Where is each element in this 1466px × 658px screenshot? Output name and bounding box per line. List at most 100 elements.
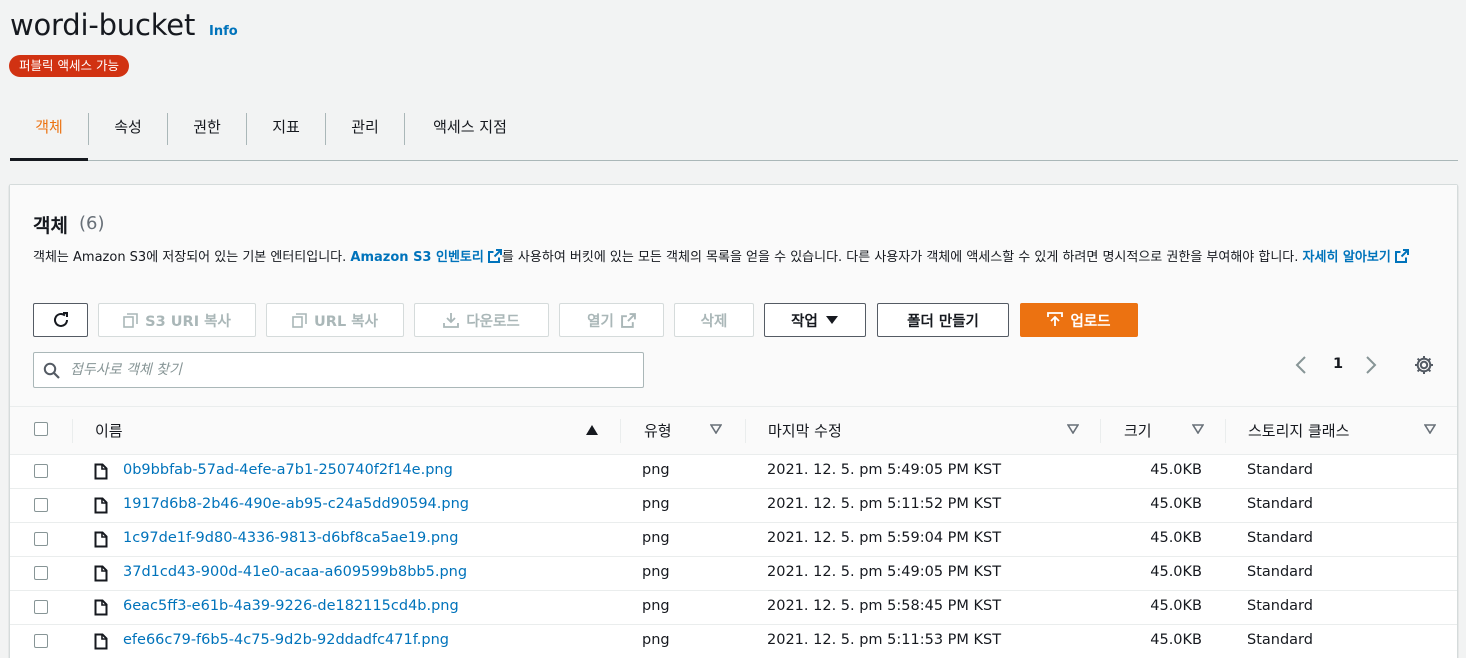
open-button[interactable]: 열기	[559, 303, 664, 337]
object-type: png	[642, 496, 670, 512]
external-link-icon	[620, 312, 636, 328]
description-text: 객체는 Amazon S3에 저장되어 있는 기본 엔터티입니다.	[33, 250, 351, 265]
object-size: 45.0KB	[1150, 530, 1202, 546]
file-icon	[94, 531, 108, 548]
tab-metrics[interactable]: 지표	[247, 104, 325, 161]
search-input[interactable]	[70, 353, 630, 387]
object-last-modified: 2021. 12. 5. pm 5:11:53 PM KST	[767, 632, 1002, 648]
file-icon	[94, 463, 108, 480]
object-size: 45.0KB	[1150, 632, 1202, 648]
table-row[interactable]: 0b9bbfab-57ad-4efe-a7b1-250740f2f14e.png…	[10, 455, 1457, 489]
column-header-last-modified[interactable]: 마지막 수정	[768, 420, 842, 441]
table-row[interactable]: 37d1cd43-900d-41e0-acaa-a609599b8bb5.png…	[10, 557, 1457, 591]
panel-description: 객체는 Amazon S3에 저장되어 있는 기본 엔터티입니다. Amazon…	[33, 247, 1428, 269]
tab-permissions[interactable]: 권한	[168, 104, 246, 161]
delete-button[interactable]: 삭제	[674, 303, 754, 337]
tab-access-points[interactable]: 액세스 지점	[405, 104, 535, 161]
object-type: png	[642, 598, 670, 614]
sort-icon[interactable]	[710, 424, 722, 434]
table-row[interactable]: 6eac5ff3-e61b-4a39-9226-de182115cd4b.png…	[10, 591, 1457, 625]
copy-icon	[292, 312, 307, 328]
copy-url-label: URL 복사	[314, 313, 378, 330]
search-icon	[43, 362, 60, 379]
object-name-link[interactable]: 37d1cd43-900d-41e0-acaa-a609599b8bb5.png	[123, 564, 467, 580]
column-header-type[interactable]: 유형	[644, 420, 672, 441]
copy-url-button[interactable]: URL 복사	[266, 303, 404, 337]
sort-icon[interactable]	[1067, 424, 1079, 434]
inventory-link[interactable]: Amazon S3 인벤토리	[350, 250, 483, 265]
table-row[interactable]: efe66c79-f6b5-4c75-9d2b-92ddadfc471f.png…	[10, 625, 1457, 658]
table-row[interactable]: 1917d6b8-2b46-490e-ab95-c24a5dd90594.png…	[10, 489, 1457, 523]
objects-panel: 객체 (6) 객체는 Amazon S3에 저장되어 있는 기본 엔터티입니다.…	[9, 184, 1458, 658]
chevron-left-icon[interactable]	[1294, 355, 1308, 375]
tab-objects[interactable]: 객체	[10, 104, 88, 161]
sort-ascending-icon[interactable]	[585, 424, 599, 436]
object-size: 45.0KB	[1150, 496, 1202, 512]
tab-properties[interactable]: 속성	[89, 104, 167, 161]
row-checkbox[interactable]	[34, 566, 48, 580]
sort-icon[interactable]	[1424, 424, 1436, 434]
external-link-icon	[487, 249, 502, 263]
learn-more-link[interactable]: 자세히 알아보기	[1303, 250, 1391, 265]
object-count: (6)	[79, 213, 105, 234]
upload-label: 업로드	[1070, 313, 1111, 330]
table-row[interactable]: 1c97de1f-9d80-4336-9813-d6bf8ca5ae19.png…	[10, 523, 1457, 557]
copy-s3-uri-button[interactable]: S3 URI 복사	[98, 303, 256, 337]
bucket-tabs: 객체 속성 권한 지표 관리 액세스 지점	[10, 104, 1458, 161]
info-link[interactable]: Info	[209, 24, 238, 39]
object-name-link[interactable]: 6eac5ff3-e61b-4a39-9226-de182115cd4b.png	[123, 598, 459, 614]
actions-dropdown-button[interactable]: 작업	[764, 303, 866, 337]
refresh-icon	[53, 312, 68, 327]
upload-icon	[1047, 312, 1064, 326]
row-checkbox[interactable]	[34, 532, 48, 546]
object-storage-class: Standard	[1247, 462, 1313, 478]
column-header-size[interactable]: 크기	[1124, 420, 1152, 441]
object-last-modified: 2021. 12. 5. pm 5:49:05 PM KST	[767, 564, 1002, 580]
select-all-checkbox[interactable]	[34, 422, 48, 436]
object-type: png	[642, 564, 670, 580]
column-header-storage-class[interactable]: 스토리지 클래스	[1248, 420, 1349, 441]
row-checkbox[interactable]	[34, 498, 48, 512]
download-icon	[443, 313, 460, 328]
column-divider	[745, 419, 746, 443]
column-header-name[interactable]: 이름	[95, 420, 123, 441]
caret-down-icon	[825, 316, 838, 324]
tab-management[interactable]: 관리	[326, 104, 404, 161]
object-last-modified: 2021. 12. 5. pm 5:59:04 PM KST	[767, 530, 1002, 546]
table-header: 이름 유형 마지막 수정 크기 스토리지 클래스	[10, 407, 1457, 455]
create-folder-button[interactable]: 폴더 만들기	[877, 303, 1009, 337]
gear-icon[interactable]	[1413, 354, 1435, 376]
copy-icon	[123, 312, 138, 328]
object-name-link[interactable]: 1c97de1f-9d80-4336-9813-d6bf8ca5ae19.png	[123, 530, 458, 546]
object-type: png	[642, 530, 670, 546]
create-folder-label: 폴더 만들기	[907, 313, 979, 330]
chevron-right-icon[interactable]	[1364, 355, 1378, 375]
download-button[interactable]: 다운로드	[414, 303, 549, 337]
public-access-badge: 퍼블릭 액세스 가능	[9, 55, 129, 77]
object-size: 45.0KB	[1150, 598, 1202, 614]
object-last-modified: 2021. 12. 5. pm 5:11:52 PM KST	[767, 496, 1002, 512]
object-storage-class: Standard	[1247, 496, 1313, 512]
description-text: 를 사용하여 버킷에 있는 모든 객체의 목록을 얻을 수 있습니다. 다른 사…	[501, 250, 1303, 265]
row-checkbox[interactable]	[34, 600, 48, 614]
file-icon	[94, 599, 108, 616]
page-number[interactable]: 1	[1333, 356, 1343, 372]
object-name-link[interactable]: 1917d6b8-2b46-490e-ab95-c24a5dd90594.png	[123, 496, 469, 512]
object-last-modified: 2021. 12. 5. pm 5:49:05 PM KST	[767, 462, 1002, 478]
upload-button[interactable]: 업로드	[1020, 303, 1138, 337]
object-type: png	[642, 632, 670, 648]
bucket-title: wordi-bucket	[10, 8, 196, 42]
external-link-icon	[1394, 249, 1409, 263]
delete-label: 삭제	[700, 313, 728, 330]
column-divider	[620, 419, 621, 443]
refresh-button[interactable]	[33, 303, 88, 337]
row-checkbox[interactable]	[34, 464, 48, 478]
object-storage-class: Standard	[1247, 632, 1313, 648]
object-name-link[interactable]: efe66c79-f6b5-4c75-9d2b-92ddadfc471f.png	[123, 632, 449, 648]
panel-title: 객체	[33, 215, 68, 237]
row-checkbox[interactable]	[34, 634, 48, 648]
object-name-link[interactable]: 0b9bbfab-57ad-4efe-a7b1-250740f2f14e.png	[123, 462, 453, 478]
object-type: png	[642, 462, 670, 478]
object-size: 45.0KB	[1150, 462, 1202, 478]
sort-icon[interactable]	[1192, 424, 1204, 434]
